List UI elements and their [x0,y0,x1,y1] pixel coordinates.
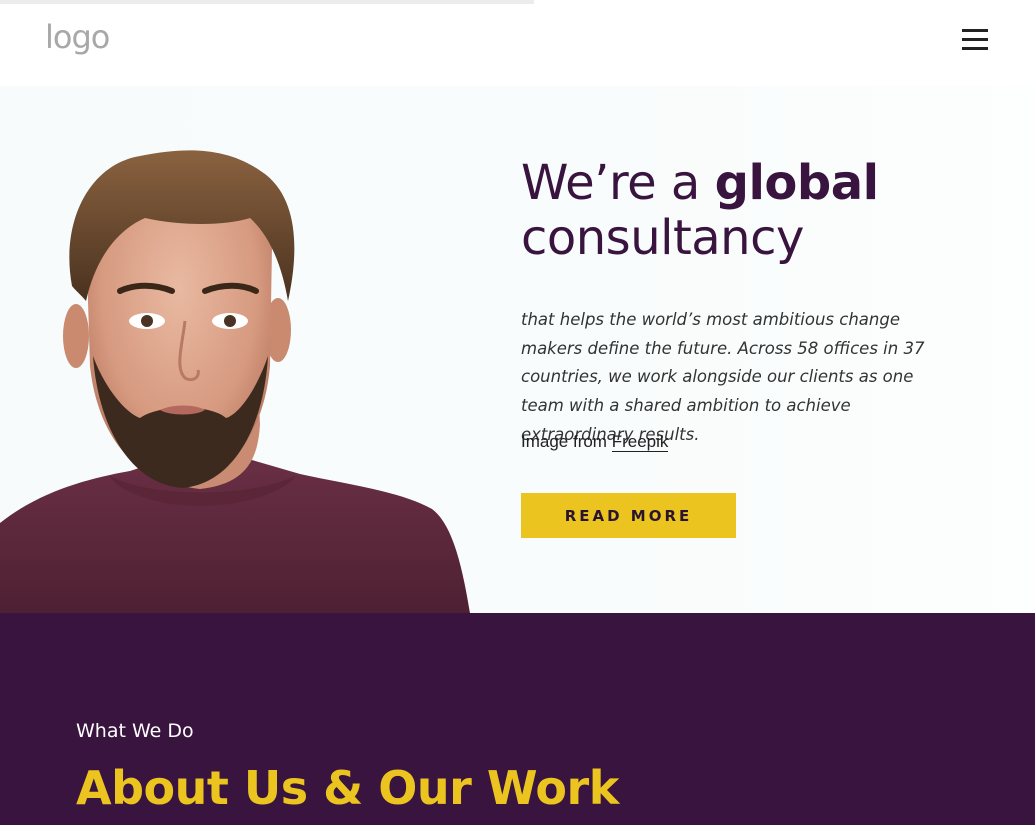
hero-description: that helps the world’s most ambitious ch… [521,310,925,444]
freepik-link[interactable]: Freepik [611,432,669,452]
section-eyebrow: What We Do [76,720,194,742]
headline-part1: We’re a [521,155,715,211]
hero-section: We’re a global consultancy that helps the… [0,86,1035,613]
section-title: About Us & Our Work [76,761,619,815]
hamburger-menu-icon[interactable] [962,28,988,50]
headline-bold: global [714,155,880,211]
hero-person-image [0,150,470,613]
credit-prefix: Image from [521,432,612,451]
scroll-progress-bar [0,0,534,4]
logo[interactable]: logo [45,18,110,56]
about-section: What We Do About Us & Our Work [0,613,1035,825]
read-more-button[interactable]: READ MORE [521,493,736,538]
headline-part2: consultancy [521,210,804,266]
site-header: logo [0,0,1035,86]
hero-headline: We’re a global consultancy [521,156,1001,266]
image-credit: Image from Freepik [521,432,669,452]
